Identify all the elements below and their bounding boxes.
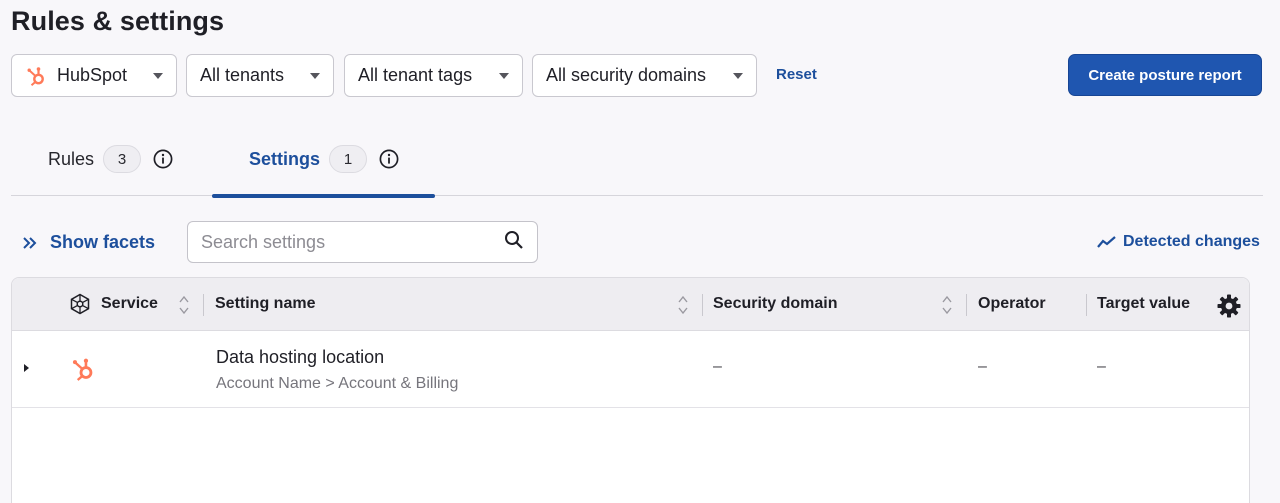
chevron-down-icon	[733, 73, 743, 79]
trend-line-icon	[1097, 235, 1117, 249]
info-icon[interactable]	[153, 149, 173, 169]
tab-rules-count-badge: 3	[103, 145, 142, 173]
tab-rules-label: Rules	[48, 148, 95, 169]
show-facets-button[interactable]: Show facets	[22, 232, 155, 253]
security-domains-filter-label: All security domains	[546, 65, 707, 85]
column-header-security-domain[interactable]: Security domain	[713, 295, 837, 313]
page-title: Rules & settings	[11, 6, 225, 36]
target-value: –	[1097, 358, 1106, 375]
search-input[interactable]	[201, 231, 504, 253]
security-domain-value: –	[713, 358, 722, 375]
setting-path: Account Name > Account & Billing	[216, 375, 459, 392]
service-filter-dropdown[interactable]: HubSpot	[11, 54, 177, 97]
column-divider[interactable]	[966, 294, 967, 316]
tenants-filter-label: All tenants	[200, 65, 285, 85]
info-icon[interactable]	[379, 149, 399, 169]
search-settings-field[interactable]	[187, 221, 538, 263]
expand-caret-icon[interactable]	[24, 364, 29, 372]
sort-icon[interactable]	[178, 294, 190, 316]
chevron-down-icon	[310, 73, 320, 79]
create-posture-report-button[interactable]: Create posture report	[1068, 54, 1262, 96]
tenant-tags-filter-label: All tenant tags	[358, 65, 473, 85]
column-divider[interactable]	[702, 294, 703, 316]
settings-table: Service Setting name Security domain Ope…	[11, 277, 1250, 503]
gear-icon[interactable]	[1216, 293, 1242, 324]
sort-icon[interactable]	[677, 294, 689, 316]
show-facets-label: Show facets	[50, 232, 156, 252]
service-network-icon	[69, 293, 91, 320]
detected-changes-link[interactable]: Detected changes	[1097, 233, 1260, 251]
column-divider[interactable]	[203, 294, 204, 316]
column-header-service[interactable]: Service	[101, 295, 158, 313]
tenant-tags-filter-dropdown[interactable]: All tenant tags	[344, 54, 523, 97]
table-header: Service Setting name Security domain Ope…	[12, 278, 1249, 331]
chevron-down-icon	[153, 73, 163, 79]
column-divider[interactable]	[1086, 294, 1087, 316]
setting-name[interactable]: Data hosting location	[216, 347, 384, 368]
column-header-setting-name[interactable]: Setting name	[215, 295, 315, 313]
column-header-operator: Operator	[978, 295, 1046, 312]
sort-icon[interactable]	[941, 294, 953, 316]
operator-value: –	[978, 358, 987, 375]
double-chevron-right-icon	[22, 236, 38, 250]
reset-filters-link[interactable]: Reset	[776, 66, 817, 83]
security-domains-filter-dropdown[interactable]: All security domains	[532, 54, 757, 97]
tabs-divider	[11, 195, 1263, 196]
table-row[interactable]: Data hosting location Account Name > Acc…	[12, 331, 1249, 408]
service-filter-label: HubSpot	[57, 65, 128, 85]
tab-rules[interactable]: Rules 3	[48, 144, 173, 174]
active-tab-indicator	[212, 194, 435, 198]
tenants-filter-dropdown[interactable]: All tenants	[186, 54, 334, 97]
hubspot-icon	[25, 65, 47, 87]
column-header-target-value: Target value	[1097, 295, 1191, 312]
search-icon[interactable]	[504, 230, 524, 255]
tab-settings-count-badge: 1	[329, 145, 368, 173]
tab-settings[interactable]: Settings 1	[249, 144, 399, 174]
hubspot-icon	[70, 356, 96, 387]
tab-settings-label: Settings	[249, 148, 321, 169]
chevron-down-icon	[499, 73, 509, 79]
detected-changes-label: Detected changes	[1123, 233, 1260, 250]
